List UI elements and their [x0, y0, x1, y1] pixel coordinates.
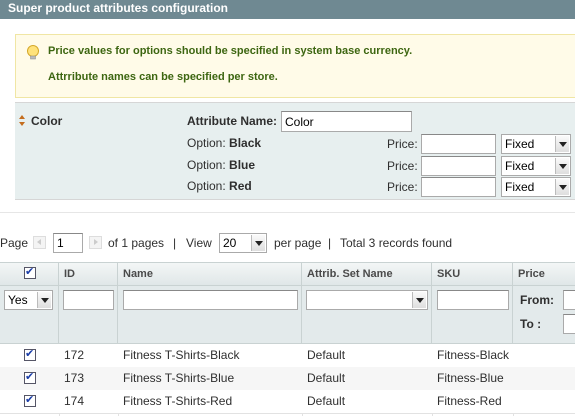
- next-page-icon[interactable]: [89, 236, 102, 249]
- filter-cell: Yes: [0, 286, 59, 344]
- name-filter-input[interactable]: [123, 290, 298, 310]
- column-header-attrib-set[interactable]: Attrib. Set Name: [302, 263, 432, 285]
- row-name: Fitness T-Shirts-Blue: [123, 371, 235, 385]
- row-select-checkbox[interactable]: [24, 393, 36, 407]
- option-label: Option: Black: [187, 136, 262, 150]
- pager-separator: |: [328, 236, 332, 250]
- option-value-black: Black: [229, 136, 262, 150]
- price-type-select-red[interactable]: Fixed: [501, 177, 571, 197]
- price-input-black[interactable]: [421, 134, 496, 154]
- filter-row: Yes From: To :: [0, 286, 575, 344]
- view-label: View: [186, 236, 212, 250]
- chevron-down-icon: [251, 235, 265, 251]
- row-attrib-set: Default: [307, 348, 346, 362]
- chevron-down-icon: [555, 136, 569, 152]
- pager: Page of 1 pages | View 20 per page | Tot…: [0, 232, 575, 254]
- price-to-input[interactable]: [563, 314, 575, 334]
- row-sku: Fitness-Red: [437, 394, 502, 408]
- attribute-name-input[interactable]: [281, 111, 412, 132]
- chevron-down-icon: [412, 292, 426, 308]
- row-id: 173: [64, 371, 85, 385]
- attribute-panel: Color Attribute Name: Option: Black Pric…: [15, 102, 575, 200]
- price-label: Price:: [387, 137, 418, 151]
- filter-cell: [118, 286, 302, 344]
- price-type-select-blue[interactable]: Fixed: [501, 156, 571, 176]
- grid-header: ID Name Attrib. Set Name SKU Price: [0, 262, 575, 286]
- page-number-input[interactable]: [53, 233, 83, 253]
- column-header-price[interactable]: Price: [513, 263, 575, 285]
- chevron-down-icon: [37, 292, 51, 308]
- price-type-select-black[interactable]: Fixed: [501, 134, 571, 154]
- filter-cell: [432, 286, 513, 344]
- section-header: Super product attributes configuration: [0, 0, 575, 19]
- price-from-input[interactable]: [563, 290, 575, 310]
- table-row[interactable]: 174 Fitness T-Shirts-Red Default Fitness…: [0, 390, 575, 414]
- option-label: Option: Red: [187, 179, 252, 193]
- table-row[interactable]: 172 Fitness T-Shirts-Black Default Fitne…: [0, 344, 575, 368]
- previous-page-icon[interactable]: [33, 236, 46, 249]
- row-name: Fitness T-Shirts-Red: [123, 394, 233, 408]
- price-label: Price:: [387, 180, 418, 194]
- price-to-label: To :: [520, 317, 542, 331]
- option-value-blue: Blue: [229, 158, 256, 172]
- drag-handle-icon[interactable]: [19, 115, 25, 126]
- column-header-sku[interactable]: SKU: [432, 263, 513, 285]
- divider: [0, 212, 575, 213]
- table-row[interactable]: 173 Fitness T-Shirts-Blue Default Fitnes…: [0, 367, 575, 391]
- filter-cell: [302, 286, 432, 344]
- row-name: Fitness T-Shirts-Black: [123, 348, 240, 362]
- row-select-checkbox[interactable]: [24, 370, 36, 384]
- in-products-filter-select[interactable]: Yes: [4, 290, 53, 310]
- per-page-label: per page: [274, 236, 322, 250]
- per-page-select[interactable]: 20: [219, 233, 267, 253]
- lightbulb-icon: [27, 45, 39, 60]
- row-id: 174: [64, 394, 85, 408]
- column-header-id[interactable]: ID: [59, 263, 118, 285]
- chevron-down-icon: [555, 179, 569, 195]
- header-select-all: [0, 263, 59, 285]
- row-select-checkbox[interactable]: [24, 347, 36, 361]
- row-attrib-set: Default: [307, 394, 346, 408]
- option-value-red: Red: [229, 179, 252, 193]
- id-filter-input[interactable]: [63, 290, 114, 310]
- chevron-down-icon: [555, 158, 569, 174]
- price-input-red[interactable]: [421, 177, 496, 197]
- price-input-blue[interactable]: [421, 156, 496, 176]
- row-sku: Fitness-Black: [437, 348, 510, 362]
- sku-filter-input[interactable]: [437, 290, 509, 310]
- row-id: 172: [64, 348, 85, 362]
- row-sku: Fitness-Blue: [437, 371, 504, 385]
- attrib-set-filter-select[interactable]: [306, 290, 428, 310]
- price-from-label: From:: [520, 293, 554, 307]
- page-count-text: of 1 pages: [108, 236, 165, 250]
- filter-cell: From: To :: [513, 286, 575, 344]
- notice-store-text: Attrribute names can be specified per st…: [48, 71, 278, 83]
- notice-currency-text: Price values for options should be speci…: [48, 45, 413, 57]
- attribute-code: Color: [31, 114, 63, 128]
- section-title: Super product attributes configuration: [8, 1, 229, 15]
- column-header-name[interactable]: Name: [118, 263, 302, 285]
- pager-separator: |: [173, 236, 177, 250]
- price-label: Price:: [387, 159, 418, 173]
- select-all-checkbox[interactable]: [24, 265, 36, 279]
- page-label: Page: [0, 236, 29, 250]
- option-label: Option: Blue: [187, 158, 256, 172]
- filter-cell: [59, 286, 118, 344]
- notice-box: Price values for options should be speci…: [15, 34, 575, 98]
- attribute-name-label: Attribute Name:: [187, 114, 278, 128]
- total-records-text: Total 3 records found: [340, 236, 453, 250]
- row-attrib-set: Default: [307, 371, 346, 385]
